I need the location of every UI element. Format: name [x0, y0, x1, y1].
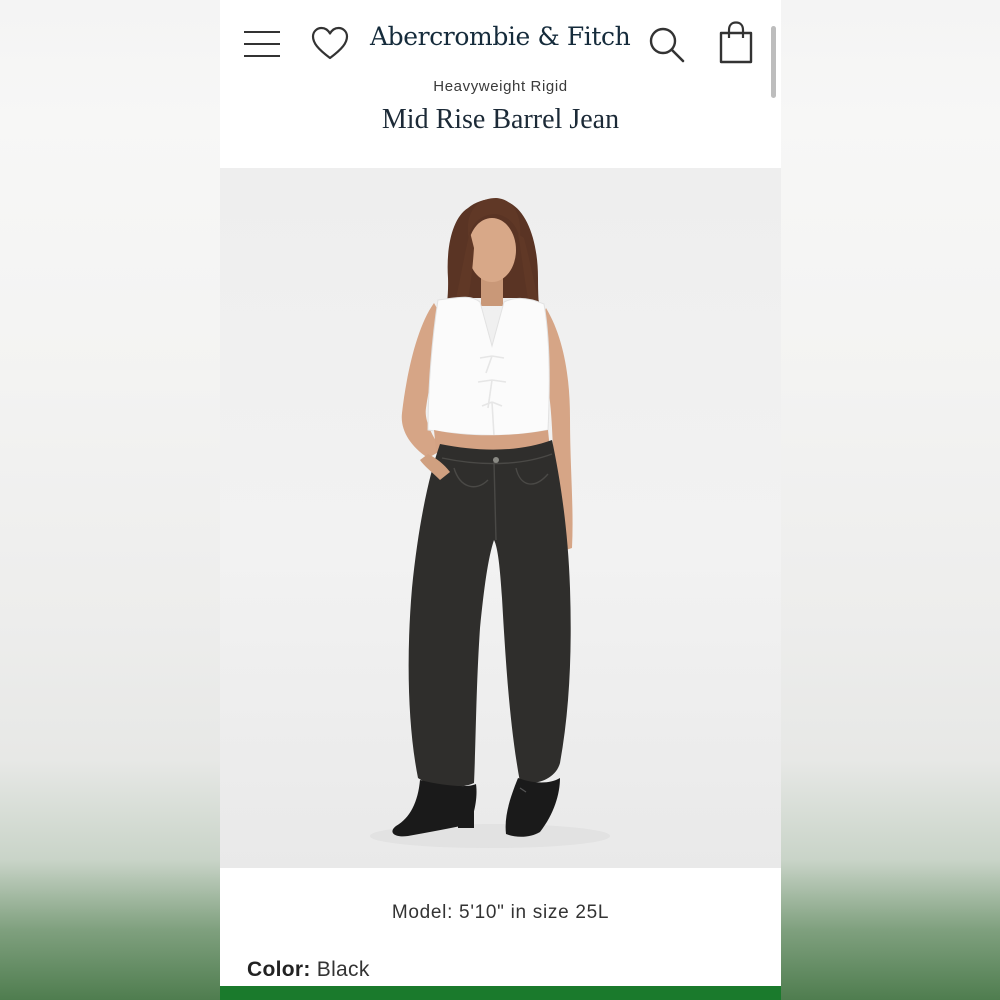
scrollbar-thumb[interactable]	[771, 26, 776, 98]
header: Abercrombie & Fitch Heavyweight Rigid Mi…	[220, 0, 781, 168]
product-image[interactable]	[220, 168, 781, 868]
model-photo	[370, 198, 610, 848]
hamburger-menu-icon[interactable]	[242, 26, 282, 62]
brand-logo[interactable]: Abercrombie & Fitch	[370, 22, 631, 51]
product-title: Mid Rise Barrel Jean	[381, 104, 620, 135]
shopping-bag-icon[interactable]	[716, 20, 756, 66]
color-selector: Color: Black	[247, 958, 370, 982]
model-info: Model: 5'10" in size 25L	[391, 902, 610, 923]
heart-icon[interactable]	[310, 24, 350, 64]
color-label: Color:	[247, 958, 311, 981]
add-to-bag-bar[interactable]	[220, 986, 781, 1000]
color-value: Black	[316, 958, 370, 981]
search-icon[interactable]	[646, 24, 686, 64]
product-subtitle: Heavyweight Rigid	[433, 78, 568, 95]
product-page: Abercrombie & Fitch Heavyweight Rigid Mi…	[220, 0, 781, 1000]
